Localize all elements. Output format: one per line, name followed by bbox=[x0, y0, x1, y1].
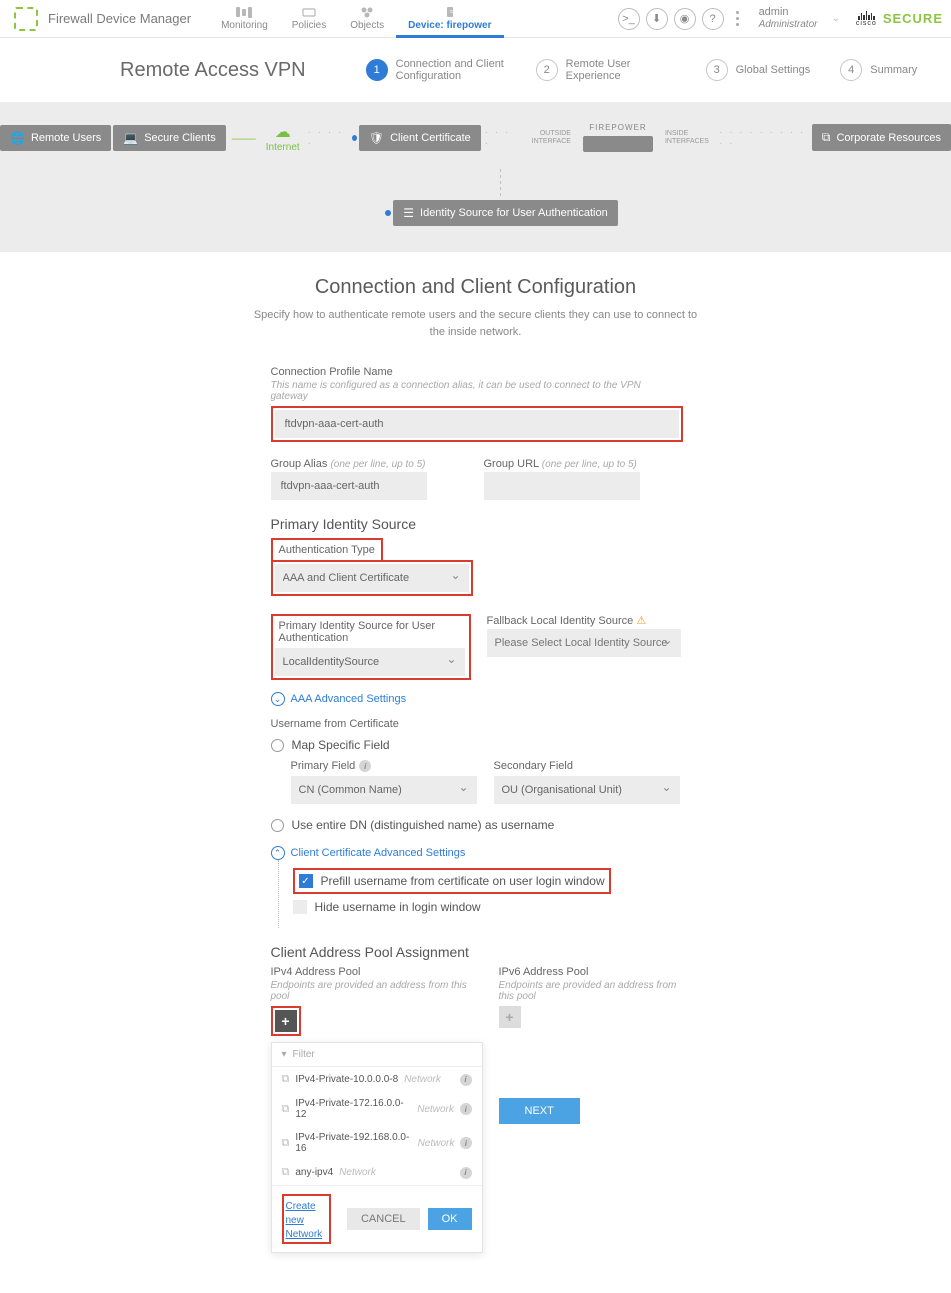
network-icon: ⧉ bbox=[282, 1166, 290, 1179]
cisco-logo: cisco SECURE bbox=[856, 11, 943, 27]
primary-field-select[interactable] bbox=[291, 776, 477, 804]
info-icon: i bbox=[460, 1137, 471, 1149]
info-icon: i bbox=[460, 1167, 472, 1179]
diagram-corp-resources: ⧉Corporate Resources bbox=[812, 124, 951, 151]
primary-identity-heading: Primary Identity Source bbox=[271, 516, 681, 532]
monitoring-icon bbox=[234, 6, 254, 18]
create-network-link[interactable]: Create new Network bbox=[286, 1201, 323, 1240]
policies-icon bbox=[299, 6, 319, 18]
pool-item-2[interactable]: ⧉IPv4-Private-172.16.0.0-12 Networki bbox=[272, 1092, 482, 1126]
next-button[interactable]: NEXT bbox=[499, 1098, 580, 1124]
cancel-button[interactable]: CANCEL bbox=[347, 1208, 420, 1230]
topology-diagram: 🌐Remote Users 💻Secure Clients —— ☁Intern… bbox=[0, 102, 951, 252]
top-nav: Firewall Device Manager Monitoring Polic… bbox=[0, 0, 951, 38]
deploy-icon[interactable]: ⬇ bbox=[646, 8, 668, 30]
aaa-advanced-toggle[interactable]: ⌄AAA Advanced Settings bbox=[271, 692, 681, 706]
brand-logo-icon bbox=[14, 7, 38, 31]
cli-icon[interactable]: >_ bbox=[618, 8, 640, 30]
form-subtitle: Specify how to authenticate remote users… bbox=[246, 307, 706, 340]
conn-profile-label: Connection Profile Name bbox=[271, 366, 681, 378]
diagram-identity-source: ☰Identity Source for User Authentication bbox=[393, 200, 617, 226]
step-2[interactable]: 2Remote User Experience bbox=[536, 58, 676, 82]
conn-profile-input[interactable] bbox=[275, 410, 679, 438]
info-icon: i bbox=[460, 1103, 472, 1115]
group-url-input[interactable] bbox=[484, 472, 640, 500]
radio-map-specific[interactable]: Map Specific Field bbox=[271, 738, 681, 752]
filter-input[interactable]: ▾Filter bbox=[272, 1043, 482, 1067]
firepower-device-icon: FIREPOWER bbox=[575, 123, 661, 152]
step-3[interactable]: 3Global Settings bbox=[706, 59, 811, 81]
objects-icon bbox=[357, 6, 377, 18]
diagram-client-cert: 🛡Client Certificate bbox=[359, 125, 481, 151]
ipv6-add-button[interactable]: + bbox=[499, 1006, 521, 1028]
client-cert-adv-toggle[interactable]: ⌃Client Certificate Advanced Settings bbox=[271, 846, 681, 860]
nav-monitoring[interactable]: Monitoring bbox=[209, 0, 280, 37]
nav-objects[interactable]: Objects bbox=[338, 0, 396, 37]
brand-name: Firewall Device Manager bbox=[48, 11, 191, 26]
client-pool-heading: Client Address Pool Assignment bbox=[271, 944, 681, 960]
diagram-secure-clients: 💻Secure Clients bbox=[113, 125, 226, 151]
step-4[interactable]: 4Summary bbox=[840, 59, 917, 81]
network-icon: ⧉ bbox=[282, 1103, 290, 1116]
auth-type-select[interactable] bbox=[275, 564, 469, 592]
fallback-identity-select[interactable] bbox=[487, 629, 681, 657]
info-icon: i bbox=[460, 1074, 472, 1086]
checkbox-prefill[interactable]: ✓Prefill username from certificate on us… bbox=[299, 874, 605, 888]
radio-use-dn[interactable]: Use entire DN (distinguished name) as us… bbox=[271, 818, 681, 832]
audit-icon[interactable]: ◉ bbox=[674, 8, 696, 30]
primary-identity-select[interactable] bbox=[275, 648, 465, 676]
checkbox-hide-username[interactable]: Hide username in login window bbox=[293, 900, 681, 914]
filter-icon: ▾ bbox=[282, 1049, 287, 1060]
warning-icon: ⚠ bbox=[636, 615, 646, 627]
ipv4-add-button[interactable]: + bbox=[275, 1010, 297, 1032]
network-picker-popup: ▾Filter ⧉IPv4-Private-10.0.0.0-8 Network… bbox=[271, 1042, 483, 1253]
pool-item-4[interactable]: ⧉any-ipv4 Networki bbox=[272, 1160, 482, 1185]
form-heading: Connection and Client Configuration bbox=[315, 276, 636, 299]
page-title: Remote Access VPN bbox=[120, 59, 306, 82]
network-icon: ⧉ bbox=[282, 1137, 290, 1150]
wizard-header: Remote Access VPN 1Connection and Client… bbox=[0, 38, 951, 102]
network-icon: ⧉ bbox=[282, 1073, 290, 1086]
help-icon[interactable]: ? bbox=[702, 8, 724, 30]
step-1[interactable]: 1Connection and Client Configuration bbox=[366, 58, 506, 82]
user-menu[interactable]: admin Administrator bbox=[751, 6, 826, 31]
more-menu-icon[interactable] bbox=[730, 11, 745, 26]
ok-button[interactable]: OK bbox=[428, 1208, 472, 1230]
info-icon: i bbox=[359, 760, 371, 772]
nav-policies[interactable]: Policies bbox=[280, 0, 338, 37]
group-alias-input[interactable] bbox=[271, 472, 427, 500]
chevron-down-icon: ⌄ bbox=[831, 13, 839, 24]
internet-icon: ☁Internet bbox=[262, 122, 304, 153]
pool-item-1[interactable]: ⧉IPv4-Private-10.0.0.0-8 Networki bbox=[272, 1067, 482, 1092]
device-icon: ═══ bbox=[440, 6, 460, 18]
diagram-remote-users: 🌐Remote Users bbox=[0, 125, 111, 151]
secondary-field-select[interactable] bbox=[494, 776, 680, 804]
main-form: Connection and Client Configuration Spec… bbox=[0, 252, 951, 1293]
nav-device[interactable]: ═══ Device: firepower bbox=[396, 0, 503, 37]
pool-item-3[interactable]: ⧉IPv4-Private-192.168.0.0-16 Networki bbox=[272, 1126, 482, 1160]
